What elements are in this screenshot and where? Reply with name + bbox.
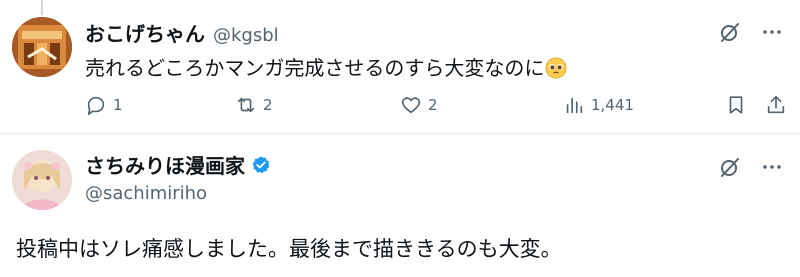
grok-icon[interactable] bbox=[718, 155, 742, 179]
tweet-text: 投稿中はソレ痛感しました。最後まで描ききるのも大変。 bbox=[16, 237, 562, 261]
like-count: 2 bbox=[428, 96, 438, 114]
tweet-top-actions bbox=[718, 20, 784, 44]
views-button[interactable]: 1,441 bbox=[563, 94, 634, 116]
handle[interactable]: @sachimiriho bbox=[85, 183, 207, 204]
tweet-kgsbl[interactable]: おこげちゃん @kgsbl 売れるどころかマンガ完成させるのすら大変なのに 1 … bbox=[0, 0, 800, 134]
tweet-body: 売れるどころかマンガ完成させるのすら大変なのに bbox=[85, 56, 545, 80]
author-row: おこげちゃん @kgsbl bbox=[85, 18, 279, 47]
views-count: 1,441 bbox=[591, 96, 634, 114]
tweet-sachimiriho[interactable]: さちみりほ漫画家 @sachimiriho 投稿中はソレ痛感しました。最後まで描… bbox=[0, 135, 800, 277]
grok-icon[interactable] bbox=[718, 20, 742, 44]
like-button[interactable]: 2 bbox=[400, 94, 438, 116]
reply-count: 1 bbox=[113, 96, 123, 114]
reply-thread: おこげちゃん @kgsbl 売れるどころかマンガ完成させるのすら大変なのに 1 … bbox=[0, 0, 800, 277]
bookmark-icon bbox=[729, 96, 743, 114]
tweet-text: 売れるどころかマンガ完成させるのすら大変なのに bbox=[85, 52, 567, 81]
retweet-button[interactable]: 2 bbox=[235, 94, 273, 116]
display-name[interactable]: さちみりほ漫画家 bbox=[85, 150, 245, 179]
tweet-actions: 1 2 2 1,441 bbox=[85, 94, 785, 122]
views-icon bbox=[566, 97, 583, 114]
display-name[interactable]: おこげちゃん bbox=[85, 18, 205, 47]
pleading-face-icon bbox=[545, 57, 567, 79]
more-icon[interactable] bbox=[760, 155, 784, 179]
reply-icon bbox=[87, 96, 105, 115]
verified-badge-icon bbox=[252, 155, 270, 173]
more-icon[interactable] bbox=[760, 20, 784, 44]
reply-button[interactable]: 1 bbox=[85, 94, 123, 116]
share-icon bbox=[767, 95, 785, 114]
tweet-divider bbox=[0, 133, 800, 134]
like-icon bbox=[401, 97, 421, 114]
avatar[interactable] bbox=[12, 150, 72, 210]
avatar[interactable] bbox=[12, 17, 72, 77]
share-button[interactable] bbox=[765, 94, 787, 116]
retweet-icon bbox=[237, 97, 255, 113]
handle[interactable]: @kgsbl bbox=[213, 25, 279, 46]
author-row: さちみりほ漫画家 bbox=[85, 150, 271, 179]
tweet-top-actions bbox=[718, 155, 784, 179]
bookmark-button[interactable] bbox=[725, 94, 747, 116]
retweet-count: 2 bbox=[263, 96, 273, 114]
